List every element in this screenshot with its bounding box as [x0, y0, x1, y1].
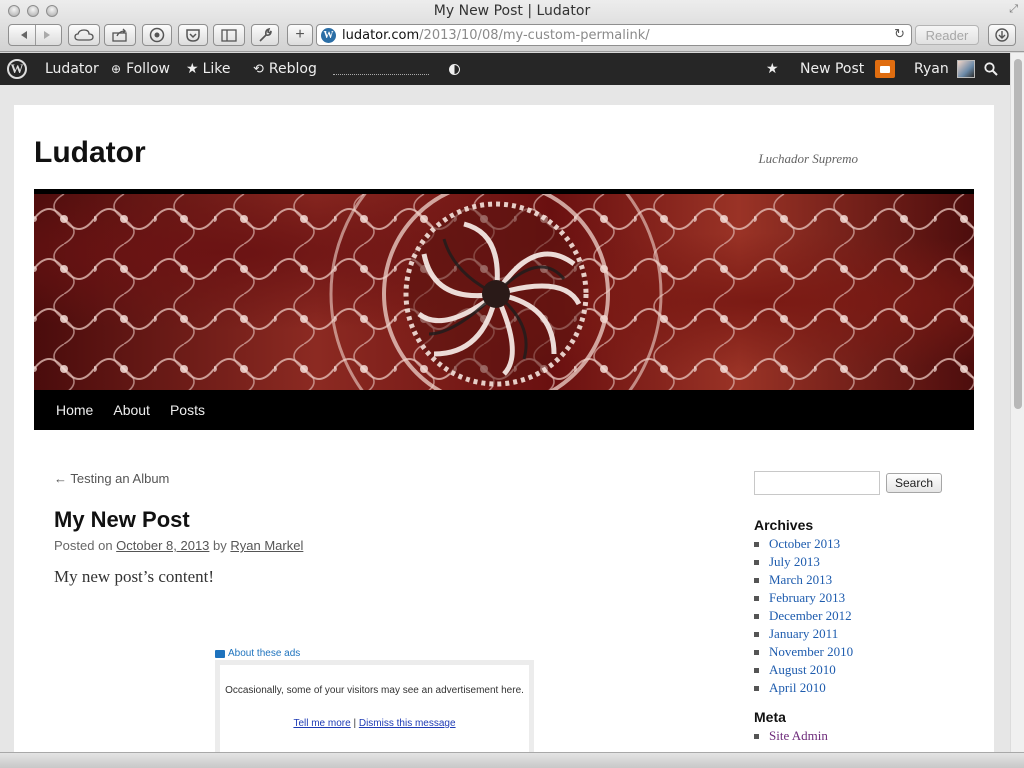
back-button[interactable] [19, 30, 29, 40]
star-icon: ★ [186, 61, 199, 77]
about-ads-label: About these ads [228, 648, 301, 659]
wordpress-admin-bar: W Ludator ⊕ Follow ★ Like ⟲ Reblog ★ New Po… [0, 53, 1010, 85]
reblog-icon: ⟲ [253, 61, 264, 77]
extension-button-1[interactable] [142, 24, 172, 46]
post-article: ← Testing an Album My New Post Posted on… [54, 471, 694, 587]
dismiss-message-link[interactable]: Dismiss this message [359, 718, 456, 729]
post-meta: Posted on October 8, 2013 by Ryan Markel [54, 538, 694, 553]
status-bar [0, 752, 1024, 768]
post-date-link[interactable]: October 8, 2013 [116, 538, 209, 553]
nav-home[interactable]: Home [56, 402, 93, 418]
nav-about[interactable]: About [113, 402, 150, 418]
site-description: Luchador Supremo [758, 151, 858, 166]
notifications-button[interactable] [875, 53, 895, 85]
by-label: by [213, 538, 227, 553]
tell-me-more-link[interactable]: Tell me more [293, 718, 350, 729]
wordpress-logo-icon[interactable]: W [7, 53, 27, 85]
browser-toolbar: My New Post | Ludator ⤢ + W ludator.com /… [0, 0, 1024, 52]
meta-title: Meta [754, 709, 786, 725]
posted-on-label: Posted on [54, 538, 113, 553]
search-input[interactable] [754, 471, 880, 495]
pocket-icon [186, 29, 200, 42]
site-title[interactable]: Ludator [34, 136, 146, 170]
search-button[interactable]: Search [886, 473, 943, 493]
sidebar: Search Archives October 2013 July 2013 M… [754, 471, 954, 745]
follow-button[interactable]: ⊕ Follow [111, 53, 170, 85]
icloud-tabs-button[interactable] [68, 24, 100, 46]
reblog-button[interactable]: ⟲ Reblog [253, 53, 317, 85]
archive-link[interactable]: February 2013 [754, 589, 954, 607]
share-icon [112, 28, 127, 42]
author-link[interactable]: Ryan Markel [230, 538, 303, 553]
notification-icon [875, 60, 895, 78]
archives-list: October 2013 July 2013 March 2013 Februa… [754, 535, 954, 697]
sidebar-icon [221, 28, 237, 42]
archive-link[interactable]: November 2010 [754, 643, 954, 661]
window-title: My New Post | Ludator [433, 3, 591, 19]
new-tab-button[interactable]: + [287, 24, 313, 46]
header-image[interactable] [34, 189, 974, 390]
reload-icon[interactable]: ↻ [894, 27, 905, 42]
ad-notice-links: Tell me more | Dismiss this message [220, 718, 529, 729]
new-post-button[interactable]: New Post [800, 53, 864, 85]
archive-link[interactable]: April 2010 [754, 679, 954, 697]
speech-bubble-icon [215, 649, 225, 658]
follow-label: Follow [126, 61, 170, 77]
previous-post-link[interactable]: ← Testing an Album [54, 471, 694, 486]
readability-icon [149, 27, 165, 43]
post-title: My New Post [54, 507, 190, 532]
scrollbar-thumb[interactable] [1014, 59, 1022, 409]
reblog-label: Reblog [268, 61, 317, 77]
reader-star-icon[interactable]: ★ [766, 53, 779, 85]
wrench-icon [259, 27, 272, 42]
page-scrollbar[interactable] [1010, 53, 1024, 753]
ad-notice-text: Occasionally, some of your visitors may … [225, 685, 524, 696]
avatar [956, 60, 975, 78]
ad-link-separator: | [353, 718, 357, 729]
plus-icon: + [295, 26, 305, 43]
archive-link[interactable]: July 2013 [754, 553, 954, 571]
archive-link[interactable]: October 2013 [754, 535, 954, 553]
theme-toggle[interactable] [449, 53, 460, 85]
adminbar-divider [333, 74, 429, 75]
forward-button[interactable] [42, 30, 52, 40]
download-icon [995, 28, 1009, 42]
post-content: My new post’s content! [54, 567, 215, 586]
plus-circle-icon: ⊕ [111, 62, 122, 76]
contrast-icon [449, 63, 460, 75]
page-viewport: Ludator Luchador Supremo Home About Post… [0, 85, 1010, 752]
nav-posts[interactable]: Posts [170, 402, 205, 418]
url-path: /2013/10/08/my-custom-permalink/ [419, 27, 650, 43]
fullscreen-icon[interactable]: ⤢ [1009, 3, 1018, 16]
search-widget: Search [754, 471, 954, 495]
adminbar-search-icon[interactable] [984, 53, 998, 85]
tools-button[interactable] [251, 24, 279, 46]
meta-list: Site Admin [754, 727, 954, 745]
address-bar[interactable]: W ludator.com/2013/10/08/my-custom-perma… [316, 24, 912, 46]
sidebar-button[interactable] [213, 24, 245, 46]
user-menu[interactable]: Ryan [914, 53, 975, 85]
about-ads-link[interactable]: About these ads [215, 648, 300, 659]
cloud-icon [74, 29, 94, 41]
site-admin-link[interactable]: Site Admin [754, 727, 954, 745]
main-navigation: Home About Posts [34, 390, 974, 430]
site-favicon: W [321, 27, 336, 43]
pocket-button[interactable] [178, 24, 208, 46]
archive-link[interactable]: January 2011 [754, 625, 954, 643]
back-forward-buttons [8, 24, 62, 46]
reader-button[interactable]: Reader [915, 25, 979, 45]
share-button[interactable] [104, 24, 136, 46]
url-host: ludator.com [342, 27, 420, 43]
adminbar-site-name[interactable]: Ludator [45, 53, 99, 85]
archives-title: Archives [754, 517, 814, 533]
like-button[interactable]: ★ Like [186, 53, 230, 85]
archive-link[interactable]: March 2013 [754, 571, 954, 589]
like-label: Like [202, 61, 231, 77]
downloads-button[interactable] [988, 24, 1016, 46]
archive-link[interactable]: August 2010 [754, 661, 954, 679]
ad-notice: Occasionally, some of your visitors may … [215, 660, 534, 752]
user-name: Ryan [914, 61, 949, 77]
archive-link[interactable]: December 2012 [754, 607, 954, 625]
